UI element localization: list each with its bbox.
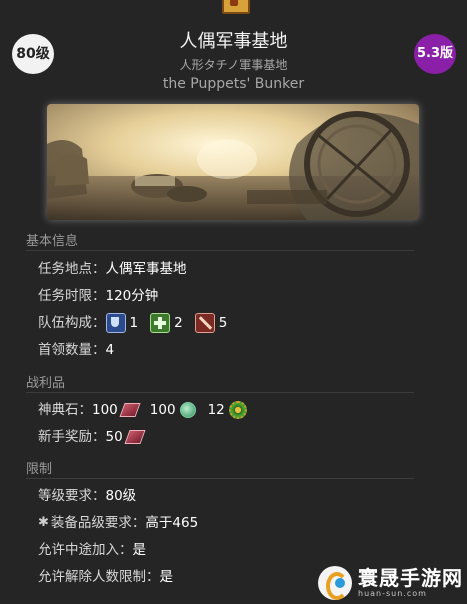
tomestone-row: 神典石： 100 100 12 <box>38 399 247 421</box>
join-in-progress-value: 是 <box>132 542 147 558</box>
duty-banner-image <box>47 104 419 220</box>
location-label: 任务地点： <box>38 261 106 277</box>
watermark-name: 寰晟手游网 <box>358 566 463 590</box>
item-level-value: 高于465 <box>145 515 199 531</box>
subtitle-japanese: 人形タチノ軍事基地 <box>179 58 288 72</box>
dps-role-icon <box>194 313 215 333</box>
section-basic-info: 基本信息 <box>26 230 414 251</box>
poetics-tomestone-icon <box>119 403 141 417</box>
watermark-logo-icon <box>318 566 352 600</box>
level-requirement-value: 80级 <box>105 488 137 504</box>
duty-type-icon <box>222 0 250 14</box>
tank-count: 1 <box>129 315 139 331</box>
token-gear-icon <box>228 401 247 419</box>
level-requirement-label: 等级要求： <box>38 488 106 504</box>
item-level-row: ✱ 装备品级要求： 高于465 <box>38 512 198 534</box>
tomestone-label: 神典石： <box>38 402 92 418</box>
location-value: 人偶军事基地 <box>105 261 187 277</box>
tomestone-value-3: 12 <box>207 402 225 418</box>
item-level-icon: ✱ <box>38 515 49 530</box>
section-loot: 战利品 <box>26 372 414 393</box>
healer-role-icon <box>150 313 171 333</box>
time-limit-value: 120分钟 <box>105 288 159 304</box>
dps-count: 5 <box>218 315 228 331</box>
novice-reward-value: 50 <box>105 429 123 445</box>
unrestricted-party-label: 允许解除人数限制： <box>38 569 160 585</box>
unrestricted-party-value: 是 <box>159 569 174 585</box>
healer-count: 2 <box>174 315 183 331</box>
poetics-tomestone-icon <box>124 430 146 444</box>
level-requirement-row: 等级要求： 80级 <box>38 485 136 507</box>
party-composition-row: 队伍构成： 1 2 5 <box>38 312 239 334</box>
boss-count-label: 首领数量： <box>38 342 106 358</box>
item-level-label: 装备品级要求： <box>50 515 146 531</box>
section-restrictions: 限制 <box>26 458 414 479</box>
unrestricted-party-row: 允许解除人数限制： 是 <box>38 566 173 588</box>
tomestone-value-2: 100 <box>149 402 176 418</box>
time-limit-row: 任务时限： 120分钟 <box>38 285 158 307</box>
join-in-progress-label: 允许中途加入： <box>38 542 133 558</box>
novice-reward-label: 新手奖励： <box>38 429 106 445</box>
page-title: 人偶军事基地 <box>179 31 288 52</box>
subtitle-english: the Puppets' Bunker <box>162 76 305 92</box>
join-in-progress-row: 允许中途加入： 是 <box>38 539 146 561</box>
watermark-url: huan-sun.com <box>358 589 427 598</box>
novice-reward-row: 新手奖励： 50 <box>38 426 155 448</box>
tomestone-value-1: 100 <box>92 402 118 418</box>
boss-count-row: 首领数量： 4 <box>38 339 114 361</box>
party-composition-label: 队伍构成： <box>38 315 106 331</box>
allagan-tomestone-icon <box>179 402 196 418</box>
tank-role-icon <box>105 313 126 333</box>
site-watermark: 寰晟手游网 huan-sun.com <box>318 562 467 604</box>
boss-count-value: 4 <box>105 342 115 358</box>
location-row: 任务地点： 人偶军事基地 <box>38 258 187 280</box>
time-limit-label: 任务时限： <box>38 288 106 304</box>
